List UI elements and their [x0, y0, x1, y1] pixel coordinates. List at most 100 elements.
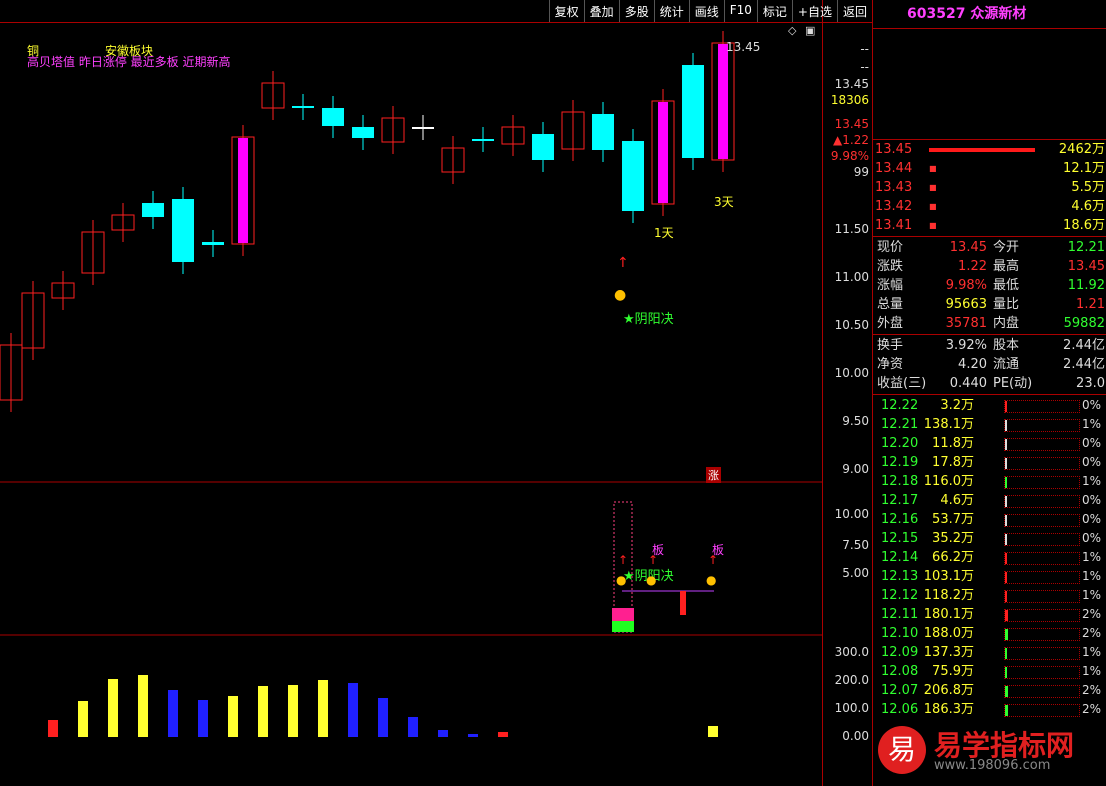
toolbar-button-8[interactable]: 返回	[836, 0, 872, 22]
level-price: 12.08	[881, 664, 919, 679]
header-line2: 高贝塔值 昨日涨停 最近多板 近期新高	[27, 55, 231, 69]
level-bar-fill	[1005, 401, 1007, 412]
volume-bar	[108, 679, 118, 737]
ask-price: 13.44	[875, 161, 913, 176]
fundamentals-table: 换手 3.92% 股本 2.44亿 净资 4.20 流通 2.44亿 收益(三) 0.440 PE(…	[873, 336, 1106, 393]
level-bar-fill	[1005, 458, 1007, 469]
price-level-row[interactable]: 12.17 4.6万 0%	[873, 491, 1106, 510]
ask-price: 13.42	[875, 199, 913, 214]
level-volume: 66.2万	[932, 550, 974, 565]
quote-label: 现价	[877, 240, 904, 255]
price-level-row[interactable]: 12.11 180.1万 2%	[873, 605, 1106, 624]
price-level-row[interactable]: 12.07 206.8万 2%	[873, 681, 1106, 700]
ask-row[interactable]: 13.41 ■ 18.6万	[873, 216, 1106, 235]
quote-label: 涨幅	[877, 278, 904, 293]
toolbar-button-3[interactable]: 统计	[653, 0, 689, 22]
level-volume: 188.0万	[923, 626, 974, 641]
level-percent: 2%	[1081, 626, 1101, 640]
ask-row[interactable]: 13.45 2462万	[873, 140, 1106, 159]
volume-bar	[168, 690, 178, 737]
toolbar-button-0[interactable]: 复权	[548, 0, 584, 22]
fund-value: 0.440	[949, 376, 987, 391]
toolbar-button-2[interactable]: 多股	[618, 0, 654, 22]
yinyang-label: ★阴阳决	[623, 312, 674, 327]
price-level-row[interactable]: 12.09 137.3万 1%	[873, 643, 1106, 662]
axis-top-label: 9.98%	[830, 149, 869, 163]
fund-value: 3.92%	[945, 338, 987, 353]
ask-row[interactable]: 13.44 ■ 12.1万	[873, 159, 1106, 178]
money-bag-icon-3: ●	[706, 573, 717, 587]
watermark-circle-icon: 易	[878, 726, 926, 774]
day1-label: 1天	[654, 226, 674, 240]
level-volume: 180.1万	[923, 607, 974, 622]
price-level-row[interactable]: 12.14 66.2万 1%	[873, 548, 1106, 567]
price-level-row[interactable]: 12.22 3.2万 0%	[873, 396, 1106, 415]
ask-price: 13.43	[875, 180, 913, 195]
price-level-row[interactable]: 12.13 103.1万 1%	[873, 567, 1106, 586]
level-price: 12.18	[881, 474, 919, 489]
toolbar-button-4[interactable]: 画线	[688, 0, 724, 22]
money-bag-icon: ●	[614, 287, 627, 303]
quote-label: 量比	[993, 297, 1020, 312]
level-price: 12.22	[881, 398, 919, 413]
up-arrow-icon-3: ↑	[648, 553, 659, 567]
level-volume: 53.7万	[932, 512, 974, 527]
quote-row: 涨幅 9.98% 最低 11.92	[873, 276, 1106, 295]
fund-label: PE(动)	[993, 376, 1033, 391]
ask-volume: 5.5万	[1071, 180, 1105, 195]
price-level-row[interactable]: 12.08 75.9万 1%	[873, 662, 1106, 681]
price-level-row[interactable]: 12.16 53.7万 0%	[873, 510, 1106, 529]
price-level-row[interactable]: 12.20 11.8万 0%	[873, 434, 1106, 453]
volume-bar	[288, 685, 298, 737]
price-level-row[interactable]: 12.12 118.2万 1%	[873, 586, 1106, 605]
chart-canvas[interactable]	[0, 0, 822, 786]
toolbar-button-7[interactable]: +自选	[791, 0, 837, 22]
ask-row[interactable]: 13.43 ■ 5.5万	[873, 178, 1106, 197]
volume-bar	[498, 732, 508, 737]
quote-label: 最低	[993, 278, 1020, 293]
level-price: 12.21	[881, 417, 919, 432]
ask-volume: 4.6万	[1071, 199, 1105, 214]
level-bar-box	[1004, 438, 1080, 451]
toolbar-button-1[interactable]: 叠加	[583, 0, 619, 22]
price-level-row[interactable]: 12.18 116.0万 1%	[873, 472, 1106, 491]
level-bar-box	[1004, 533, 1080, 546]
quote-label: 今开	[993, 240, 1020, 255]
volume-bar	[78, 701, 88, 737]
level-bar-fill	[1005, 572, 1008, 583]
candle-body	[472, 139, 494, 141]
level-bar-fill	[1005, 667, 1007, 678]
price-level-row[interactable]: 12.15 35.2万 0%	[873, 529, 1106, 548]
price-axis: -- -- 13.45 18306 13.45 ▲1.22 9.98% 99 11.50 11.…	[822, 0, 873, 786]
level-bar-fill	[1005, 686, 1008, 697]
level-bar-box	[1004, 685, 1080, 698]
candle-body	[202, 242, 224, 245]
fund-value: 2.44亿	[1063, 338, 1105, 353]
level-price: 12.06	[881, 702, 919, 717]
quote-value: 95663	[945, 297, 987, 312]
toolbar-button-6[interactable]: 标记	[756, 0, 792, 22]
level-volume: 11.8万	[932, 436, 974, 451]
level-price: 12.14	[881, 550, 919, 565]
candle-body	[292, 106, 314, 108]
level-bar-box	[1004, 647, 1080, 660]
ask-row[interactable]: 13.42 ■ 4.6万	[873, 197, 1106, 216]
toolbar-button-5[interactable]: F10	[723, 0, 757, 22]
kline-chart-area[interactable]: 铜 安徽板块 高贝塔值 昨日涨停 最近多板 近期新高 13.45 1天 3天 ↑…	[0, 0, 822, 786]
level-volume: 4.6万	[940, 493, 974, 508]
price-level-row[interactable]: 12.19 17.8万 0%	[873, 453, 1106, 472]
settings-icon[interactable]: ▣	[805, 24, 815, 37]
candle-body	[532, 134, 554, 160]
diamond-icon[interactable]: ◇	[788, 24, 796, 37]
level-bar-fill	[1005, 496, 1007, 507]
fund-row: 净资 4.20 流通 2.44亿	[873, 355, 1106, 374]
candle-body	[412, 127, 434, 129]
candle-body	[352, 127, 374, 138]
level-percent: 1%	[1081, 664, 1101, 678]
price-level-row[interactable]: 12.21 138.1万 1%	[873, 415, 1106, 434]
price-level-row[interactable]: 12.10 188.0万 2%	[873, 624, 1106, 643]
level-price: 12.09	[881, 645, 919, 660]
level-price: 12.07	[881, 683, 919, 698]
level-bar-box	[1004, 552, 1080, 565]
price-level-row[interactable]: 12.06 186.3万 2%	[873, 700, 1106, 719]
